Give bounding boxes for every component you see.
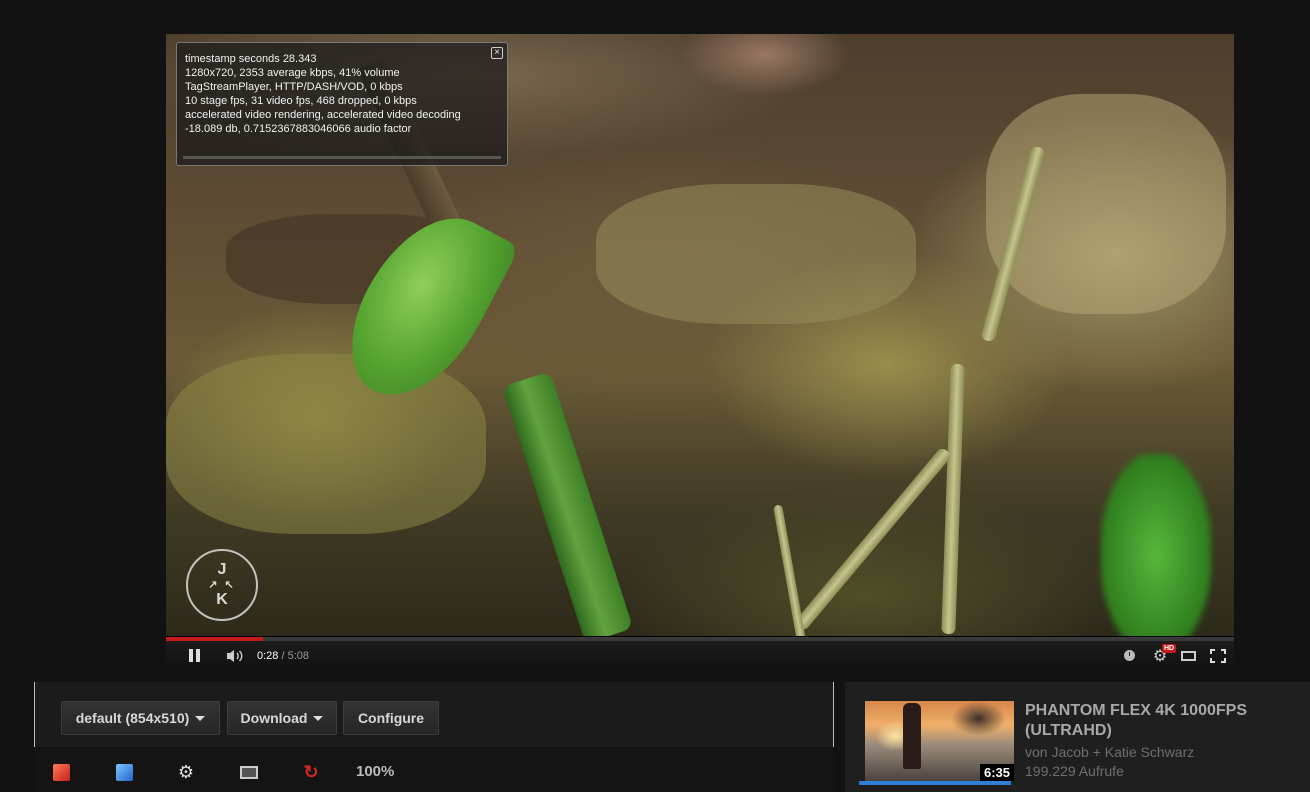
configure-label: Configure: [357, 710, 425, 726]
player-size-label: default (854x510): [75, 710, 190, 726]
hd-badge: HD: [1162, 644, 1177, 653]
grass-blade: [793, 446, 953, 632]
close-icon[interactable]: ×: [491, 47, 503, 59]
logo-letter-bottom: K: [216, 591, 228, 608]
fullscreen-icon[interactable]: [1208, 641, 1228, 670]
video-frame[interactable]: J ↗ ↖ K timestamp seconds 28.343 1280x72…: [166, 34, 1234, 636]
extension-toolbar: default (854x510) Download Configure: [34, 682, 834, 747]
blurred-grass: [1101, 454, 1211, 636]
stats-line: 10 stage fps, 31 video fps, 468 dropped,…: [185, 95, 417, 107]
player-size-dropdown[interactable]: default (854x510): [61, 701, 220, 735]
pause-icon[interactable]: [184, 641, 204, 670]
download-label: Download: [240, 710, 308, 726]
video-thumbnail[interactable]: 6:35: [865, 701, 1014, 781]
video-duration-badge: 6:35: [979, 764, 1014, 781]
bark-texture: [166, 354, 486, 534]
related-video-card[interactable]: 6:35 PHANTOM FLEX 4K 1000FPS (ULTRAHD) v…: [845, 682, 1310, 792]
red-wand-icon[interactable]: [52, 763, 70, 781]
related-video-views: 199.229 Aufrufe: [1025, 763, 1124, 779]
theater-mode-icon[interactable]: [1179, 641, 1197, 670]
stats-for-nerds-panel: timestamp seconds 28.343 1280x720, 2353 …: [176, 42, 508, 166]
zoom-level[interactable]: 100%: [356, 763, 394, 780]
configure-button[interactable]: Configure: [343, 701, 439, 735]
related-video-author: von Jacob + Katie Schwarz: [1025, 744, 1195, 760]
chevron-down-icon: [313, 715, 324, 721]
logo-arrows: ↗ ↖: [208, 579, 236, 591]
page: J ↗ ↖ K timestamp seconds 28.343 1280x72…: [0, 0, 1310, 792]
channel-watermark-logo: J ↗ ↖ K: [186, 549, 258, 621]
stats-line: TagStreamPlayer, HTTP/DASH/VOD, 0 kbps: [185, 81, 403, 93]
thumbnail-tree: [951, 701, 1006, 736]
reload-icon[interactable]: ↻: [302, 762, 320, 782]
download-dropdown[interactable]: Download: [227, 701, 337, 735]
watched-progress-bar: [859, 781, 1011, 785]
clock-icon[interactable]: [1120, 641, 1138, 670]
related-video-title[interactable]: PHANTOM FLEX 4K 1000FPS (ULTRAHD): [1025, 701, 1295, 741]
stats-divider: [183, 156, 501, 159]
chevron-down-icon: [195, 715, 206, 721]
screen-icon[interactable]: [240, 763, 258, 781]
stats-line: -18.089 db, 0.7152367883046066 audio fac…: [185, 123, 412, 135]
stats-line: accelerated video rendering, accelerated…: [185, 109, 461, 121]
grass-blade: [941, 363, 965, 635]
thumbnail-skater: [903, 703, 921, 769]
time-display: 0:28 / 5:08: [257, 641, 309, 670]
gear-icon[interactable]: ⚙: [177, 762, 195, 782]
stats-line: timestamp seconds 28.343: [185, 53, 317, 65]
blue-wand-icon[interactable]: [115, 763, 133, 781]
logo-letter-top: J: [217, 561, 227, 578]
player-controls: 0:28 / 5:08 ⚙ HD: [166, 641, 1234, 670]
total-duration: 5:08: [287, 649, 310, 662]
gear-icon[interactable]: ⚙ HD: [1150, 641, 1177, 670]
time-separator: /: [278, 649, 288, 662]
volume-icon[interactable]: [224, 641, 246, 670]
extension-icon-row: ⚙ ↻ 100%: [34, 748, 834, 792]
current-time: 0:28: [257, 649, 279, 662]
bark-texture: [596, 184, 916, 324]
video-player[interactable]: J ↗ ↖ K timestamp seconds 28.343 1280x72…: [166, 34, 1234, 670]
stats-line: 1280x720, 2353 average kbps, 41% volume: [185, 67, 400, 79]
stem: [502, 371, 634, 636]
